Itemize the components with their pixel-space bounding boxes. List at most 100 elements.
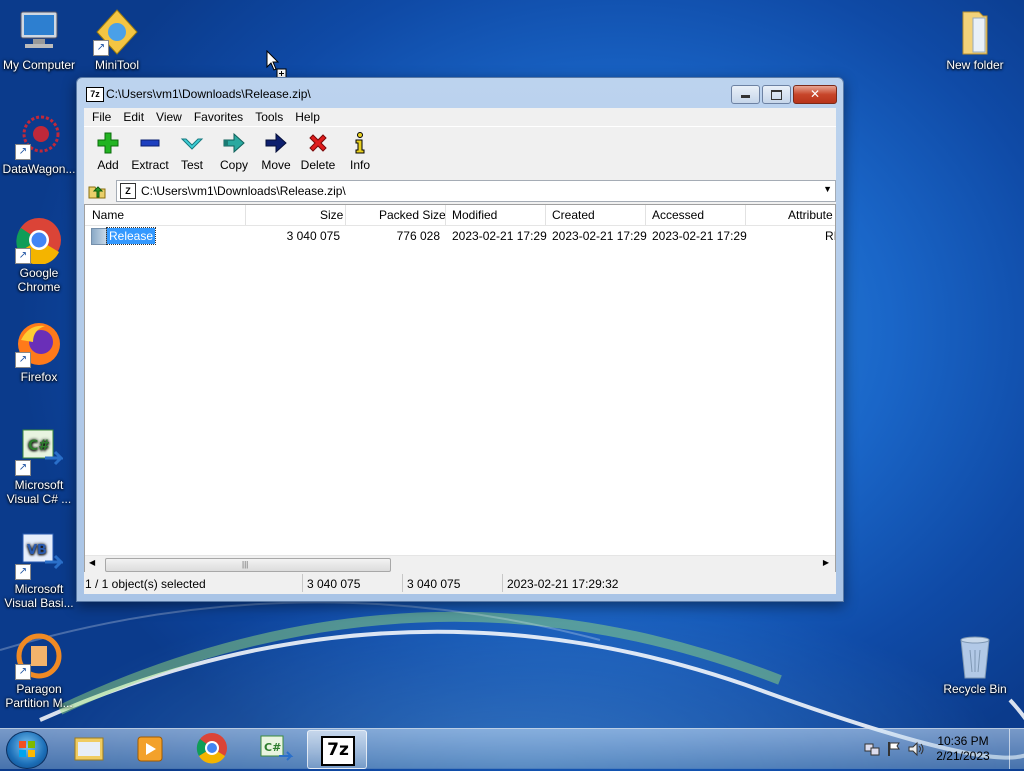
- move-button[interactable]: Move: [255, 127, 297, 179]
- folder-icon: [91, 228, 107, 245]
- taskbar-7zip[interactable]: 7z: [307, 730, 367, 769]
- item-modified: 2023-02-21 17:29: [452, 229, 547, 243]
- close-button[interactable]: ✕: [793, 85, 837, 104]
- column-created[interactable]: Created: [552, 208, 595, 222]
- column-size[interactable]: Size: [320, 208, 343, 222]
- clock[interactable]: 10:36 PM 2/21/2023: [928, 734, 998, 764]
- scroll-right-icon[interactable]: ▶: [823, 558, 829, 567]
- column-accessed[interactable]: Accessed: [652, 208, 704, 222]
- item-name: Release: [105, 227, 157, 245]
- visual-csharp-icon: C#: [260, 735, 294, 761]
- column-attributes[interactable]: Attribute: [788, 208, 833, 222]
- start-button[interactable]: [6, 731, 48, 769]
- file-list[interactable]: Name Size Packed Size Modified Created A…: [84, 204, 836, 574]
- info-icon: [355, 132, 365, 154]
- scrollbar-thumb[interactable]: |||: [105, 558, 391, 572]
- shortcut-arrow-icon: ↗: [15, 664, 31, 680]
- close-icon: ✕: [809, 87, 821, 101]
- svg-text:VB: VB: [27, 543, 47, 558]
- minimize-icon: [741, 95, 750, 98]
- taskbar-media-player[interactable]: [121, 730, 179, 767]
- desktop-icon-my-computer[interactable]: My Computer: [0, 8, 79, 72]
- desktop-icon-google-chrome[interactable]: ↗ Google Chrome: [0, 216, 79, 294]
- column-packed-size[interactable]: Packed Size: [379, 208, 446, 222]
- desktop-icon-visual-basic[interactable]: VB ↗ Microsoft Visual Basi...: [0, 532, 79, 610]
- 7zip-window[interactable]: 7z C:\Users\vm1\Downloads\Release.zip\ ✕…: [76, 77, 844, 602]
- copy-arrow-icon: [223, 132, 245, 154]
- menu-help[interactable]: Help: [289, 108, 326, 126]
- copy-button[interactable]: Copy: [213, 127, 255, 179]
- menu-tools[interactable]: Tools: [249, 108, 289, 126]
- minimize-button[interactable]: [731, 85, 760, 104]
- folder-icon: [951, 8, 999, 56]
- taskbar-visual-csharp[interactable]: C#: [245, 730, 303, 767]
- recycle-bin-icon: [951, 632, 999, 680]
- add-button[interactable]: Add: [87, 127, 129, 179]
- shortcut-arrow-icon: ↗: [15, 352, 31, 368]
- chevron-down-icon[interactable]: ▼: [823, 184, 832, 194]
- status-bar: 1 / 1 object(s) selected 3 040 075 3 040…: [84, 572, 836, 594]
- address-bar: Z C:\Users\vm1\Downloads\Release.zip\ ▼: [84, 179, 836, 202]
- visual-basic-icon: VB ↗: [15, 532, 65, 580]
- title-bar[interactable]: 7z C:\Users\vm1\Downloads\Release.zip\ ✕: [77, 78, 843, 108]
- item-accessed: 2023-02-21 17:29: [652, 229, 747, 243]
- move-arrow-icon: [265, 132, 287, 154]
- datawagon-icon: ↗: [15, 112, 63, 160]
- chrome-icon: [196, 733, 227, 764]
- file-explorer-icon: [74, 737, 104, 761]
- maximize-icon: [771, 90, 782, 100]
- menu-bar: File Edit View Favorites Tools Help: [84, 108, 836, 126]
- svg-text:C#: C#: [28, 438, 50, 454]
- clock-date: 2/21/2023: [936, 749, 990, 763]
- horizontal-scrollbar[interactable]: ◀ ||| ▶: [85, 555, 835, 573]
- menu-file[interactable]: File: [86, 108, 117, 126]
- action-center-flag-icon[interactable]: [886, 741, 902, 757]
- minitool-icon: ↗: [93, 8, 141, 56]
- address-combobox[interactable]: Z C:\Users\vm1\Downloads\Release.zip\ ▼: [116, 179, 836, 202]
- shortcut-arrow-icon: ↗: [93, 40, 109, 56]
- 7zip-app-icon: 7z: [86, 87, 104, 102]
- extract-button[interactable]: Extract: [129, 127, 171, 179]
- desktop-icon-minitool[interactable]: ↗ MiniTool: [77, 8, 157, 72]
- menu-edit[interactable]: Edit: [117, 108, 150, 126]
- desktop-icon-visual-csharp[interactable]: C# ↗ Microsoft Visual C# ...: [0, 428, 79, 506]
- column-modified[interactable]: Modified: [452, 208, 497, 222]
- scroll-left-icon[interactable]: ◀: [89, 558, 95, 567]
- delete-button[interactable]: Delete: [297, 127, 339, 179]
- desktop-icon-datawagon[interactable]: ↗ DataWagon...: [0, 112, 79, 176]
- list-item[interactable]: Release 3 040 075 776 028 2023-02-21 17:…: [85, 226, 835, 246]
- computer-icon: [15, 8, 63, 56]
- item-attributes: RI: [825, 229, 836, 243]
- paragon-icon: ↗: [15, 632, 63, 680]
- minus-icon: [140, 139, 160, 147]
- x-icon: [309, 134, 327, 152]
- archive-file-icon: Z: [120, 182, 136, 199]
- column-name[interactable]: Name: [92, 208, 124, 222]
- info-button[interactable]: Info: [339, 127, 381, 179]
- desktop-icon-recycle-bin[interactable]: Recycle Bin: [935, 632, 1015, 696]
- address-path: C:\Users\vm1\Downloads\Release.zip\: [141, 183, 346, 198]
- clock-time: 10:36 PM: [937, 734, 989, 748]
- up-folder-button[interactable]: [86, 181, 108, 201]
- check-icon: [180, 138, 204, 150]
- test-button[interactable]: Test: [171, 127, 213, 179]
- desktop-icon-new-folder[interactable]: New folder: [935, 8, 1015, 72]
- shortcut-arrow-icon: ↗: [15, 564, 31, 580]
- desktop-icon-firefox[interactable]: ↗ Firefox: [0, 320, 79, 384]
- status-size: 3 040 075: [307, 577, 361, 591]
- status-total: 3 040 075: [407, 577, 461, 591]
- status-selection: 1 / 1 object(s) selected: [85, 577, 206, 591]
- menu-view[interactable]: View: [150, 108, 188, 126]
- desktop-icon-paragon[interactable]: ↗ Paragon Partition M...: [0, 632, 79, 710]
- show-desktop-button[interactable]: [1009, 729, 1024, 769]
- taskbar-google-chrome[interactable]: [183, 730, 241, 767]
- up-folder-icon: [88, 185, 106, 198]
- system-tray: 10:36 PM 2/21/2023: [854, 729, 1024, 769]
- windows-logo-icon: [19, 741, 35, 757]
- network-icon[interactable]: [864, 741, 880, 757]
- maximize-button[interactable]: [762, 85, 791, 104]
- item-packed-size: 776 028: [396, 229, 440, 243]
- taskbar-file-explorer[interactable]: [60, 730, 118, 767]
- menu-favorites[interactable]: Favorites: [188, 108, 249, 126]
- volume-icon[interactable]: [908, 741, 926, 757]
